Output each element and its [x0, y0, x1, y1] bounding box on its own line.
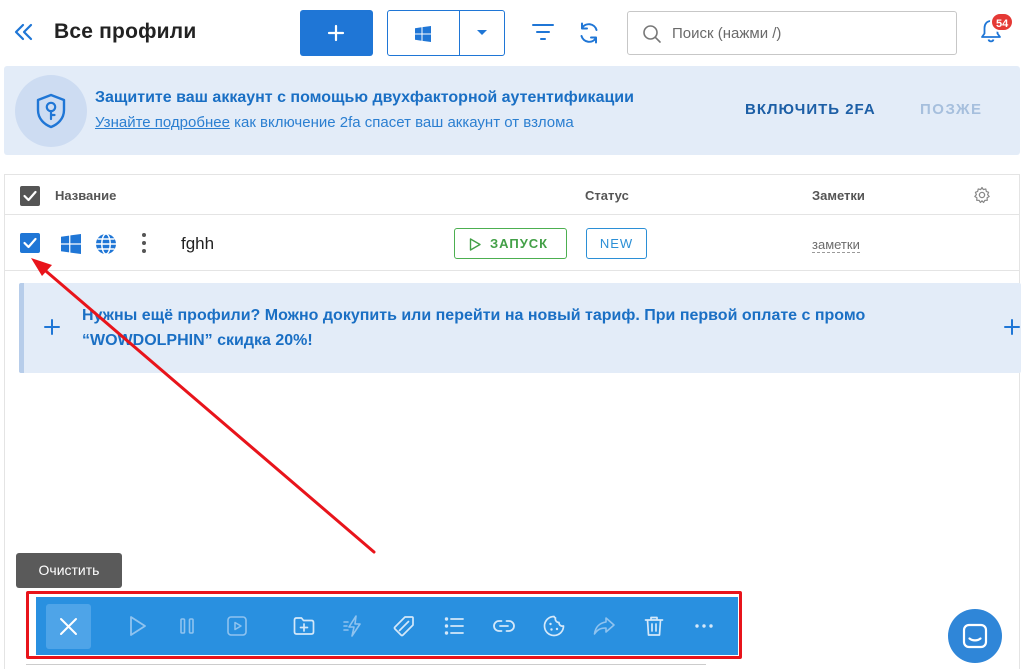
more-vertical-icon[interactable] — [141, 232, 147, 254]
column-name[interactable]: Название — [55, 188, 116, 203]
app-root: Все профили 54 Защитите ваш аккаунт с по… — [0, 0, 1024, 669]
play-frame-icon — [227, 616, 247, 636]
twofa-title: Защитите ваш аккаунт с помощью двухфакто… — [95, 89, 634, 106]
tag-icon — [393, 616, 414, 637]
check-icon — [23, 237, 37, 249]
search-input[interactable] — [672, 20, 942, 46]
shield-key-icon — [36, 93, 66, 129]
search-icon — [643, 25, 661, 43]
close-icon — [60, 618, 77, 635]
bulk-actions-toolbar — [36, 597, 738, 655]
globe-icon[interactable] — [94, 232, 118, 256]
filter-icon[interactable] — [531, 21, 555, 43]
launch-button[interactable]: ЗАПУСК — [454, 228, 567, 259]
add-folder-icon — [293, 617, 315, 635]
share-link-button[interactable] — [482, 597, 526, 655]
page-title: Все профили — [54, 20, 197, 43]
transfer-button[interactable] — [582, 597, 626, 655]
link-icon — [493, 620, 515, 632]
learn-more-link[interactable]: Узнайте подробнее — [95, 114, 230, 131]
column-notes[interactable]: Заметки — [812, 188, 865, 203]
more-actions-button[interactable] — [682, 597, 726, 655]
run-in-window-button[interactable] — [215, 597, 259, 655]
table-header: Название Статус Заметки — [5, 175, 1019, 215]
twofa-description: Узнайте подробнее как включение 2fa спас… — [95, 114, 574, 131]
promo-text: Нужны ещё профили? Можно докупить или пе… — [82, 307, 866, 349]
windows-icon — [415, 26, 431, 42]
tags-button[interactable] — [382, 597, 426, 655]
launch-label: ЗАПУСК — [490, 236, 549, 251]
shield-badge — [15, 75, 87, 147]
support-chat-button[interactable] — [948, 609, 1002, 663]
column-status[interactable]: Статус — [585, 188, 629, 203]
plus-icon[interactable] — [1004, 319, 1020, 335]
notes-field[interactable]: заметки — [812, 237, 860, 253]
plus-icon[interactable] — [44, 319, 60, 335]
more-icon — [695, 624, 713, 628]
pause-icon — [180, 618, 194, 634]
clear-tooltip: Очистить — [16, 553, 122, 588]
clear-selection-button[interactable] — [46, 604, 91, 649]
proxy-button[interactable] — [332, 597, 376, 655]
proxy-icon — [343, 615, 361, 637]
notification-badge: 54 — [990, 12, 1015, 32]
plus-icon — [327, 24, 345, 42]
share-icon — [593, 617, 615, 635]
check-icon — [23, 190, 37, 202]
select-all-checkbox[interactable] — [20, 186, 40, 206]
play-icon — [469, 238, 481, 251]
select-divider — [459, 11, 460, 55]
windows-icon — [61, 234, 81, 254]
pause-button[interactable] — [165, 597, 209, 655]
top-bar: Все профили 54 — [0, 0, 1024, 66]
cookies-button[interactable] — [532, 597, 576, 655]
twofa-description-text: как включение 2fa спасет ваш аккаунт от … — [229, 114, 574, 131]
row-checkbox[interactable] — [20, 233, 40, 253]
list-icon — [444, 617, 464, 635]
move-to-folder-button[interactable] — [282, 597, 326, 655]
later-button[interactable]: ПОЗЖЕ — [920, 101, 983, 118]
table-row[interactable]: fghh ЗАПУСК NEW заметки — [5, 216, 1019, 271]
profiles-table: Название Статус Заметки fghh ЗАПУСК NEW … — [4, 174, 1021, 669]
chat-icon — [962, 623, 988, 649]
add-profile-button[interactable] — [300, 10, 373, 56]
gear-icon[interactable] — [973, 186, 991, 204]
bottom-divider — [26, 664, 706, 665]
chevron-down-icon[interactable] — [476, 29, 488, 37]
enable-2fa-button[interactable]: ВКЛЮЧИТЬ 2FA — [745, 101, 876, 118]
start-button[interactable] — [115, 597, 159, 655]
statuses-button[interactable] — [432, 597, 476, 655]
cookie-icon — [543, 615, 565, 637]
promo-banner: Нужны ещё профили? Можно докупить или пе… — [19, 283, 1021, 373]
collapse-sidebar-icon[interactable] — [12, 20, 36, 44]
refresh-icon[interactable] — [577, 21, 601, 45]
profile-name[interactable]: fghh — [181, 234, 214, 254]
search-box[interactable] — [627, 11, 957, 55]
trash-icon — [644, 616, 664, 636]
play-icon — [130, 616, 146, 636]
delete-button[interactable] — [632, 597, 676, 655]
twofa-banner: Защитите ваш аккаунт с помощью двухфакто… — [4, 66, 1020, 155]
os-select[interactable] — [387, 10, 505, 56]
status-badge[interactable]: NEW — [586, 228, 647, 259]
